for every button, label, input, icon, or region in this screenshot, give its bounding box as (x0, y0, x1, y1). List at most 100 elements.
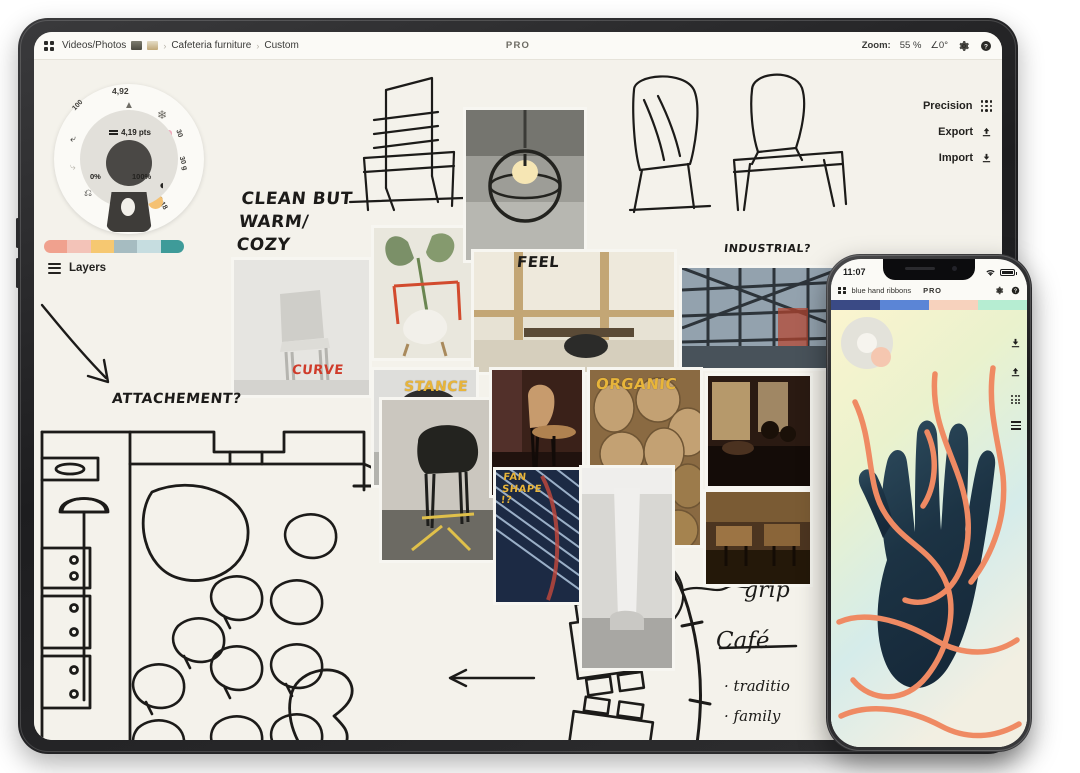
zoom-prefix: Zoom: (861, 40, 891, 51)
status-time: 11:07 (843, 267, 866, 277)
battery-full-icon (1000, 268, 1017, 276)
dial-top-value: 4,92 (112, 86, 129, 96)
photo-black-stool[interactable] (382, 400, 500, 560)
breadcrumb: Videos/Photos › Cafeteria furniture › Cu… (62, 40, 299, 51)
note-grip: grip (744, 578, 790, 603)
note-organic: ORGANIC (595, 375, 678, 393)
export-icon[interactable] (1010, 366, 1021, 378)
color-palette-strip[interactable] (44, 240, 184, 253)
ipad-toolbar: Videos/Photos › Cafeteria furniture › Cu… (34, 32, 1002, 60)
swatch-5[interactable] (160, 240, 184, 253)
import-label: Import (938, 152, 973, 164)
note-feel: FEEL (516, 253, 561, 271)
breadcrumb-separator-2: › (256, 40, 260, 51)
brush-settings-dial[interactable] (841, 317, 893, 369)
precision-button[interactable]: Precision (923, 100, 992, 112)
color-palette-strip[interactable] (831, 300, 1027, 310)
lasso-icon[interactable]: ⤷ (70, 162, 76, 173)
iphone-screen: 11:07 blue hand ribbons PRO ? (831, 259, 1027, 747)
grid-apps-icon[interactable] (838, 286, 846, 295)
photo-thumb-icon (147, 41, 159, 50)
zoom-value[interactable]: 55 % (900, 40, 922, 51)
earpiece-speaker (905, 267, 935, 270)
swatch-1[interactable] (880, 300, 929, 310)
undo-arrow-icon[interactable]: ⤶ (70, 134, 76, 145)
iphone-toolbar: blue hand ribbons PRO ? (831, 281, 1027, 300)
photo-restaurant-seating[interactable] (706, 492, 810, 584)
photo-pendant-lamp[interactable] (466, 110, 584, 260)
dial-size-text: 4,19 pts (121, 128, 151, 137)
angle-value[interactable]: ∠0° (930, 40, 948, 51)
export-button[interactable]: Export (938, 126, 992, 138)
note-curve: CURVE (291, 363, 345, 378)
wifi-icon (986, 269, 995, 276)
import-icon[interactable] (1010, 337, 1021, 349)
grid-apps-icon[interactable] (44, 40, 54, 51)
layers-menu-icon[interactable] (1010, 421, 1021, 430)
swatch-peach[interactable] (871, 347, 891, 367)
dial-min-percent: 0% (90, 172, 101, 181)
video-thumb-icon (131, 41, 143, 50)
swatch-3[interactable] (978, 300, 1027, 310)
precision-grid-icon[interactable] (1011, 395, 1020, 404)
brush-settings-dial[interactable]: 4,92 100 30 30 g 2,18 ▲ ❄ ⤶ ⤷ ⎌ ⚙ ♦ (54, 84, 204, 234)
dial-max-percent: 100% (132, 172, 152, 181)
note-cafe-bullet-2: · family (724, 707, 781, 725)
export-label: Export (938, 126, 973, 138)
iphone-document-title[interactable]: blue hand ribbons (852, 286, 912, 295)
swatch-3[interactable] (113, 240, 138, 253)
note-cafe-bullet-3: · COFFEE (724, 736, 804, 740)
photo-bar-interior[interactable] (708, 376, 810, 486)
import-button[interactable]: Import (939, 152, 992, 164)
volume-up-button[interactable] (16, 218, 19, 248)
screenshot-stage: Videos/Photos › Cafeteria furniture › Cu… (0, 0, 1080, 773)
breadcrumb-item-videos-photos[interactable]: Videos/Photos (62, 40, 126, 51)
contrast-half-circle-icon[interactable]: ◖ (158, 178, 165, 192)
iphone-side-tools (1010, 337, 1021, 430)
note-attachement: ATTACHEMENT? (111, 391, 243, 407)
swatch-4[interactable] (137, 240, 161, 253)
photo-bw-table-leg[interactable] (582, 468, 672, 668)
note-stance: STANCE (403, 379, 469, 395)
breadcrumb-item-custom[interactable]: Custom (264, 40, 298, 51)
help-circle-icon[interactable]: ? (979, 39, 992, 52)
precision-grid-icon (980, 100, 992, 112)
blue-hand-with-ribbons-illustration[interactable] (831, 310, 1027, 747)
swatch-0[interactable] (44, 240, 68, 253)
photo-cafe-window[interactable] (474, 252, 674, 372)
status-indicators (985, 268, 1017, 277)
front-camera (952, 266, 957, 271)
photo-industrial-windows[interactable] (682, 268, 842, 368)
swatch-2[interactable] (929, 300, 978, 310)
note-cafe-heading: Café (716, 628, 770, 654)
note-clean-but-warm-cozy: CLEAN BUT WARM/ COZY (235, 189, 354, 255)
iphone-toolbar-right: ? (995, 286, 1020, 295)
breadcrumb-item-cafeteria-furniture[interactable]: Cafeteria furniture (171, 40, 251, 51)
toolbar-right-group: Zoom: 55 % ∠0° ? (862, 39, 992, 52)
zoom-label: Zoom: (862, 40, 891, 51)
layers-button[interactable]: Layers (48, 262, 106, 274)
dial-size-value: 4,19 pts (82, 128, 178, 137)
svg-text:?: ? (1014, 288, 1017, 294)
gear-icon[interactable] (957, 39, 970, 52)
swatch-2[interactable] (90, 240, 114, 253)
import-down-arrow-icon (982, 153, 991, 163)
breadcrumb-separator: › (163, 40, 167, 51)
photo-plant-chair[interactable] (374, 228, 474, 358)
swatch-1[interactable] (67, 240, 91, 253)
right-tool-menu: Precision Export Import (923, 100, 992, 164)
layers-label: Layers (69, 262, 107, 274)
gear-icon[interactable] (995, 286, 1004, 295)
svg-text:?: ? (984, 43, 988, 50)
note-industrial: INDUSTRIAL? (723, 242, 812, 255)
dial-handle-indicator (121, 198, 135, 216)
note-fan-shape: FAN SHAPE !? (500, 472, 543, 506)
help-circle-icon[interactable]: ? (1011, 286, 1020, 295)
iphone-device: 11:07 blue hand ribbons PRO ? (826, 254, 1032, 752)
pro-badge: PRO (923, 286, 942, 295)
volume-down-button[interactable] (16, 258, 19, 288)
export-up-arrow-icon (982, 127, 991, 137)
layers-hamburger-icon (48, 262, 61, 274)
swatch-0[interactable] (831, 300, 880, 310)
iphone-notch (883, 259, 975, 280)
